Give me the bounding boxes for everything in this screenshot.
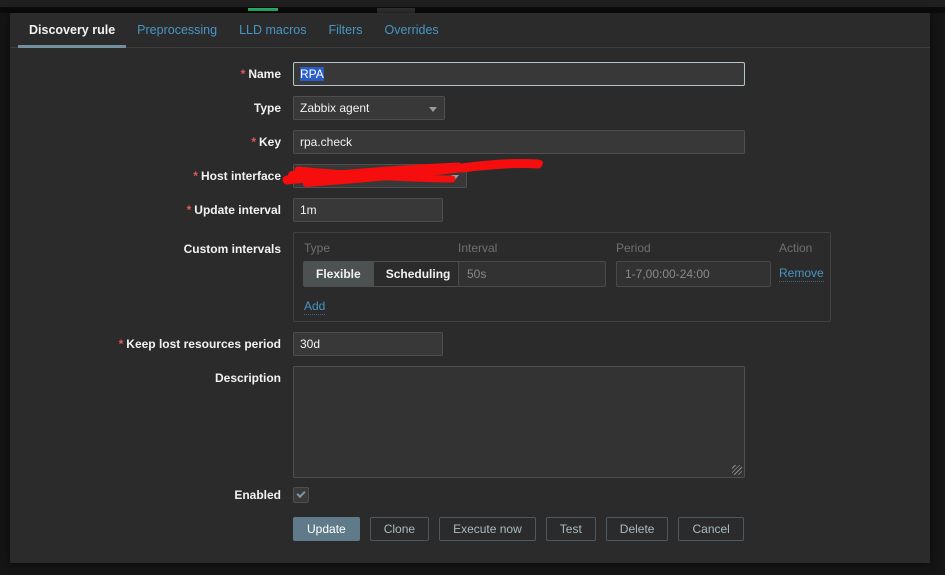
update-interval-row: * Update interval 1m [10, 198, 930, 222]
keep-lost-label: * Keep lost resources period [118, 337, 281, 351]
host-interface-select[interactable] [293, 164, 467, 188]
chevron-down-icon [429, 107, 437, 112]
required-marker: * [251, 135, 256, 149]
host-interface-row: * Host interface [10, 164, 930, 188]
background-top-strip [0, 0, 945, 7]
description-textarea[interactable] [293, 366, 745, 478]
toggle-flexible[interactable]: Flexible [304, 262, 373, 286]
clone-button[interactable]: Clone [369, 517, 430, 541]
type-row: Type Zabbix agent [10, 96, 930, 120]
enabled-row: Enabled [10, 483, 930, 507]
ci-header-action: Action [779, 241, 813, 255]
enabled-label: Enabled [234, 488, 281, 502]
description-label: Description [214, 371, 281, 385]
discovery-rule-dialog: Discovery rule Preprocessing LLD macros … [10, 13, 930, 563]
required-marker: * [193, 169, 198, 183]
ci-header-type: Type [304, 241, 331, 255]
update-interval-label: * Update interval [186, 203, 281, 217]
ci-interval-input[interactable]: 50s [458, 261, 606, 287]
type-select[interactable]: Zabbix agent [293, 96, 445, 120]
delete-button[interactable]: Delete [605, 517, 669, 541]
key-label: * Key [251, 135, 281, 149]
name-input[interactable]: RPA [293, 62, 745, 86]
tab-filters[interactable]: Filters [317, 13, 373, 47]
tab-bar: Discovery rule Preprocessing LLD macros … [10, 13, 930, 48]
update-interval-input[interactable]: 1m [293, 198, 443, 222]
enabled-checkbox[interactable] [293, 487, 309, 503]
background-green-bar [248, 8, 278, 11]
key-row: * Key rpa.check [10, 130, 930, 154]
ci-header-period: Period [616, 241, 651, 255]
tab-overrides[interactable]: Overrides [374, 13, 450, 47]
tab-preprocessing[interactable]: Preprocessing [126, 13, 228, 47]
type-select-value: Zabbix agent [300, 101, 370, 115]
custom-intervals-label: Custom intervals [183, 242, 281, 256]
tab-lld-macros[interactable]: LLD macros [228, 13, 317, 47]
footer-buttons: Update Clone Execute now Test Delete Can… [293, 517, 744, 541]
cancel-button[interactable]: Cancel [678, 517, 744, 541]
ci-header-interval: Interval [458, 241, 498, 255]
keep-lost-row: * Keep lost resources period 30d [10, 332, 930, 356]
custom-intervals-box: Type Interval Period Action Flexible Sch… [293, 232, 831, 322]
keep-lost-input[interactable]: 30d [293, 332, 443, 356]
update-button[interactable]: Update [293, 517, 360, 541]
chevron-down-icon [451, 175, 459, 180]
required-marker: * [240, 67, 246, 81]
interval-type-toggle: Flexible Scheduling [303, 261, 464, 287]
remove-link[interactable]: Remove [779, 266, 824, 282]
selected-text: RPA [300, 67, 324, 81]
host-interface-label: * Host interface [193, 169, 281, 183]
name-label: * Name [240, 67, 281, 81]
key-input[interactable]: rpa.check [293, 130, 745, 154]
toggle-scheduling[interactable]: Scheduling [372, 262, 463, 286]
resize-handle[interactable] [732, 465, 742, 475]
add-link[interactable]: Add [304, 299, 326, 315]
ci-period-input[interactable]: 1-7,00:00-24:00 [616, 261, 771, 287]
name-row: * Name RPA [10, 62, 930, 86]
execute-now-button[interactable]: Execute now [439, 517, 536, 541]
tab-discovery-rule[interactable]: Discovery rule [18, 13, 127, 48]
required-marker: * [118, 337, 124, 351]
checkmark-icon [296, 488, 306, 499]
type-label: Type [253, 101, 281, 115]
test-button[interactable]: Test [545, 517, 596, 541]
required-marker: * [186, 203, 192, 217]
description-row: Description [10, 366, 930, 478]
